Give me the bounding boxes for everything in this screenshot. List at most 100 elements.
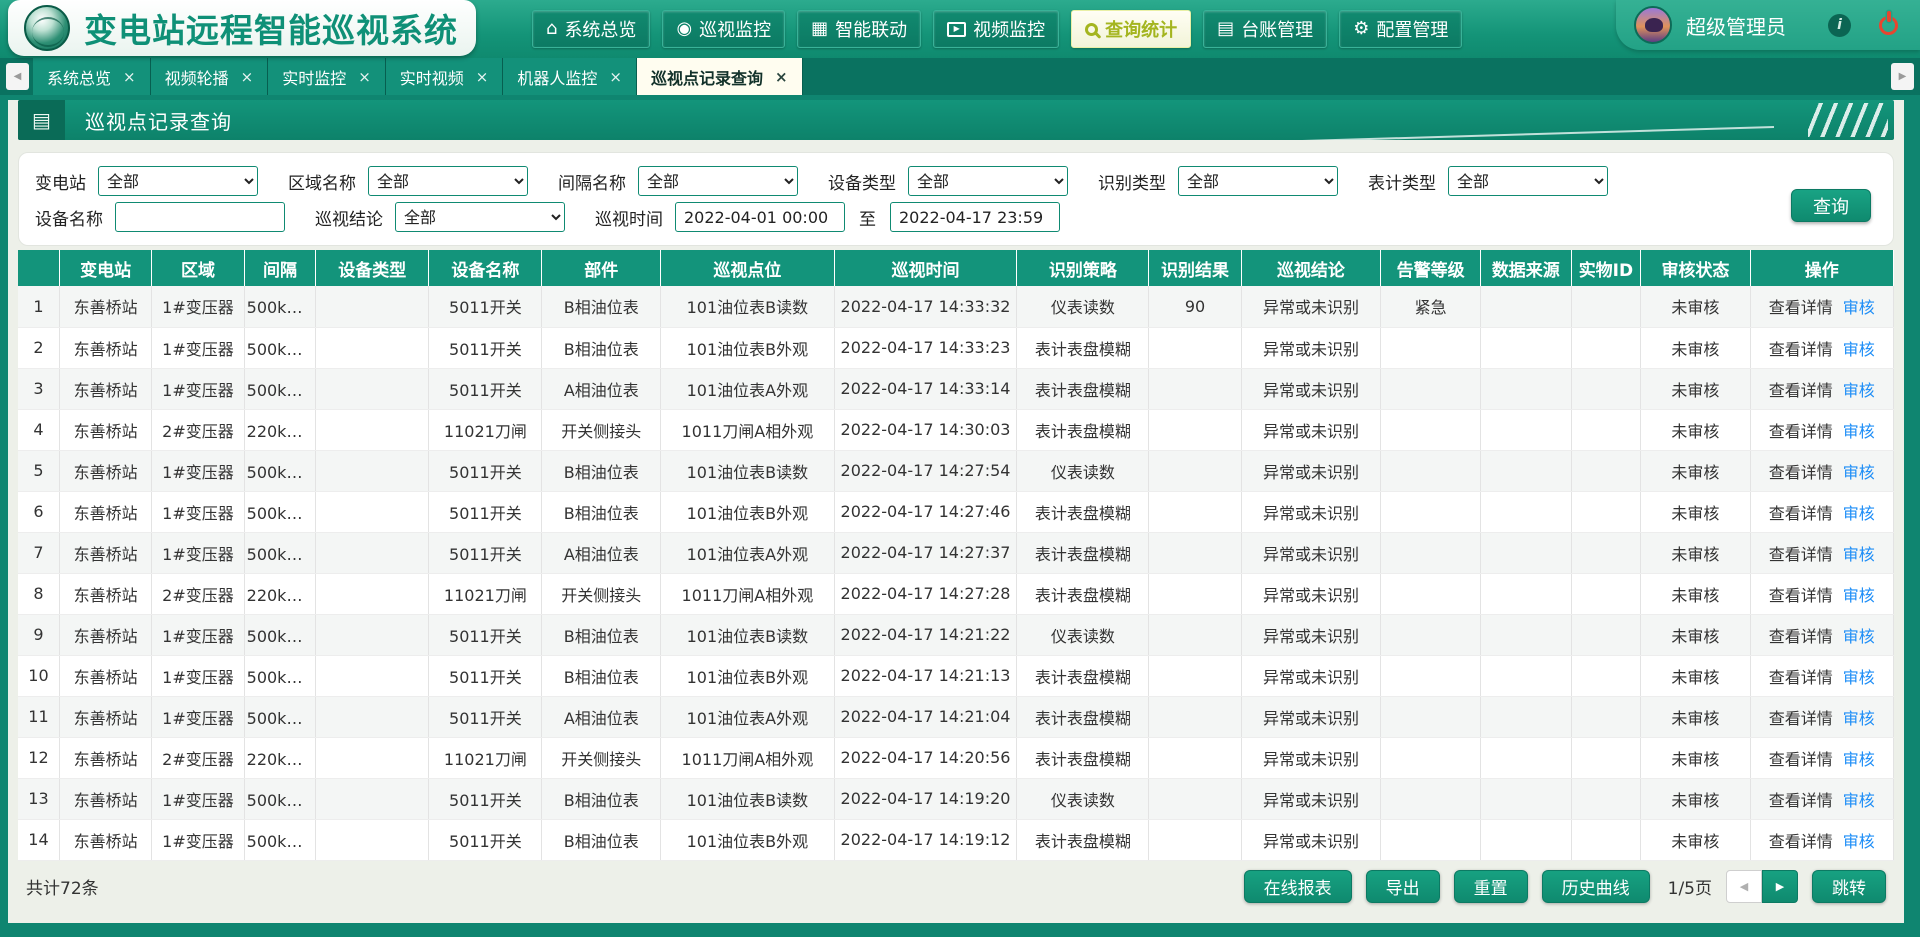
recognition-type-select[interactable]: 全部 (1178, 166, 1338, 196)
conclusion-select[interactable]: 全部 (395, 202, 565, 232)
history-curve-button[interactable]: 历史曲线 (1542, 870, 1650, 903)
table-cell: B相油位表 (542, 819, 661, 860)
table-cell: 4 (18, 409, 59, 450)
table-cell (1149, 737, 1241, 778)
close-icon[interactable]: × (241, 68, 254, 86)
view-detail-link[interactable]: 查看详情 (1769, 545, 1833, 564)
table-header-row: 变电站区域间隔设备类型设备名称部件巡视点位巡视时间识别策略识别结果巡视结论告警等… (18, 250, 1894, 286)
time-from-input[interactable] (675, 202, 845, 232)
title-deco-stripes (1808, 103, 1888, 137)
view-detail-link[interactable]: 查看详情 (1769, 298, 1833, 317)
view-detail-link[interactable]: 查看详情 (1769, 709, 1833, 728)
view-detail-link[interactable]: 查看详情 (1769, 381, 1833, 400)
close-icon[interactable]: × (775, 68, 788, 86)
tab-realtime-video[interactable]: 实时视频 × (386, 58, 504, 95)
audit-link[interactable]: 审核 (1843, 627, 1875, 646)
table-cell: 2022-04-17 14:21:13 (834, 655, 1017, 696)
export-button[interactable]: 导出 (1366, 870, 1440, 903)
view-detail-link[interactable]: 查看详情 (1769, 627, 1833, 646)
audit-link[interactable]: 审核 (1843, 750, 1875, 769)
table-cell (1481, 778, 1571, 819)
nav-video-monitor[interactable]: 视频监控 (933, 10, 1059, 48)
device-name-input[interactable] (115, 202, 285, 232)
tab-inspection-record-query[interactable]: 巡视点记录查询 × (637, 58, 803, 95)
view-detail-link[interactable]: 查看详情 (1769, 586, 1833, 605)
audit-link[interactable]: 审核 (1843, 791, 1875, 810)
area-select[interactable]: 全部 (368, 166, 528, 196)
audit-link[interactable]: 审核 (1843, 668, 1875, 687)
power-icon[interactable] (1879, 16, 1898, 35)
close-icon[interactable]: × (123, 68, 136, 86)
nav-smart-linkage[interactable]: ▦ 智能联动 (797, 10, 921, 48)
table-cell: 表计表盘模糊 (1017, 655, 1149, 696)
tab-robot-monitor[interactable]: 机器人监控 × (503, 58, 637, 95)
time-to-input[interactable] (890, 202, 1060, 232)
next-page-icon[interactable]: ▶ (1762, 870, 1798, 903)
audit-link[interactable]: 审核 (1843, 298, 1875, 317)
audit-link[interactable]: 审核 (1843, 340, 1875, 359)
online-report-button[interactable]: 在线报表 (1244, 870, 1352, 903)
table-cell: 异常或未识别 (1241, 409, 1380, 450)
nav-config-management[interactable]: ⚙ 配置管理 (1339, 10, 1462, 48)
close-icon[interactable]: × (609, 68, 622, 86)
table-cell: 东善桥站 (59, 368, 151, 409)
tab-scroll-right-icon[interactable]: ▶ (1891, 63, 1914, 90)
tab-realtime-monitor[interactable]: 实时监控 × (268, 58, 386, 95)
table-cell: 2022-04-17 14:21:04 (834, 696, 1017, 737)
tab-system-overview[interactable]: 系统总览 × (33, 58, 151, 95)
tab-scroll-left-icon[interactable]: ◀ (6, 63, 29, 90)
actions-cell: 查看详情审核 (1750, 614, 1893, 655)
table-cell: 2022-04-17 14:19:12 (834, 819, 1017, 860)
view-detail-link[interactable]: 查看详情 (1769, 504, 1833, 523)
table-cell: 表计表盘模糊 (1017, 491, 1149, 532)
page-title: 巡视点记录查询 (85, 106, 232, 135)
audit-link[interactable]: 审核 (1843, 381, 1875, 400)
close-icon[interactable]: × (358, 68, 371, 86)
table-cell: 1 (18, 286, 59, 327)
meter-type-select[interactable]: 全部 (1448, 166, 1608, 196)
jump-button[interactable]: 跳转 (1812, 870, 1886, 903)
bay-select[interactable]: 全部 (638, 166, 798, 196)
nav-inspection-monitor[interactable]: ◉ 巡视监控 (662, 10, 785, 48)
table-cell (316, 778, 429, 819)
nav-ledger-management[interactable]: ▤ 台账管理 (1203, 10, 1327, 48)
device-type-select[interactable]: 全部 (908, 166, 1068, 196)
table-cell (1149, 450, 1241, 491)
audit-link[interactable]: 审核 (1843, 463, 1875, 482)
audit-link[interactable]: 审核 (1843, 504, 1875, 523)
view-detail-link[interactable]: 查看详情 (1769, 750, 1833, 769)
tab-video-carousel[interactable]: 视频轮播 × (151, 58, 269, 95)
audit-link[interactable]: 审核 (1843, 832, 1875, 851)
view-detail-link[interactable]: 查看详情 (1769, 340, 1833, 359)
reset-button[interactable]: 重置 (1454, 870, 1528, 903)
view-detail-link[interactable]: 查看详情 (1769, 463, 1833, 482)
table-cell: A相油位表 (542, 532, 661, 573)
view-detail-link[interactable]: 查看详情 (1769, 668, 1833, 687)
column-header: 巡视时间 (834, 250, 1017, 286)
close-icon[interactable]: × (476, 68, 489, 86)
station-select[interactable]: 全部 (98, 166, 258, 196)
info-icon[interactable]: i (1828, 14, 1851, 37)
avatar[interactable] (1634, 6, 1672, 44)
table-cell: 8 (18, 573, 59, 614)
query-button[interactable]: 查询 (1791, 189, 1871, 222)
audit-link[interactable]: 审核 (1843, 586, 1875, 605)
view-detail-link[interactable]: 查看详情 (1769, 832, 1833, 851)
audit-link[interactable]: 审核 (1843, 422, 1875, 441)
table-cell: 2022-04-17 14:27:54 (834, 450, 1017, 491)
nav-query-statistics[interactable]: 查询统计 (1071, 10, 1191, 48)
filter-station: 变电站 全部 (35, 166, 258, 196)
column-header: 间隔 (244, 250, 316, 286)
audit-link[interactable]: 审核 (1843, 709, 1875, 728)
table-cell: 90 (1149, 286, 1241, 327)
table-cell: 1011刀闸A相外观 (661, 409, 834, 450)
nav-system-overview[interactable]: ⌂ 系统总览 (532, 10, 650, 48)
audit-link[interactable]: 审核 (1843, 545, 1875, 564)
view-detail-link[interactable]: 查看详情 (1769, 791, 1833, 810)
table-cell: 东善桥站 (59, 327, 151, 368)
table-cell: 2#变压器 (152, 573, 244, 614)
prev-page-icon[interactable]: ◀ (1726, 870, 1762, 903)
view-detail-link[interactable]: 查看详情 (1769, 422, 1833, 441)
table-cell: 101油位表A外观 (661, 368, 834, 409)
table-cell: B相油位表 (542, 655, 661, 696)
